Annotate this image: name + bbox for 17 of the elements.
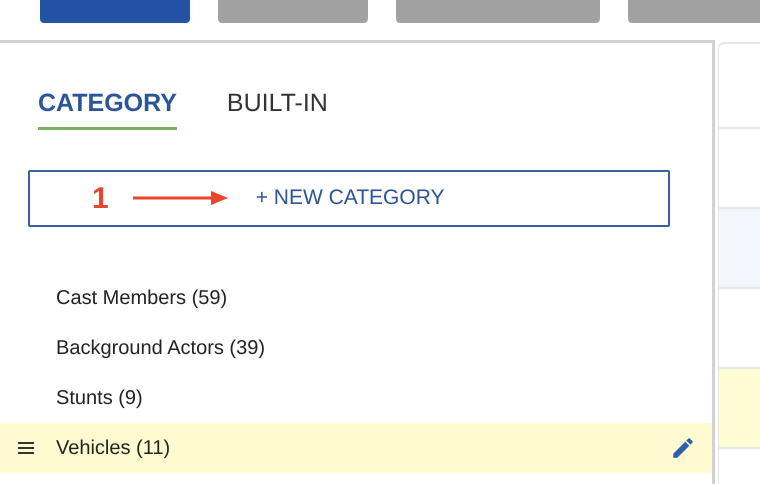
category-item[interactable]: Cast Members (59) [56,282,228,312]
table-row[interactable] [719,369,760,449]
toolbar-button[interactable] [40,0,190,23]
table-row[interactable] [719,44,760,129]
category-item[interactable]: Background Actors (39) [56,332,265,362]
category-label: Vehicles (11) [56,436,170,460]
tab[interactable]: CATEGORY [38,85,177,130]
tab[interactable]: BUILT-IN [226,85,328,130]
toolbar-button[interactable] [628,0,760,23]
toolbar-button[interactable] [396,0,600,23]
drag-handle-icon[interactable] [18,440,34,454]
table-row[interactable] [719,209,760,289]
annotation-number: 1 [92,180,109,216]
new-category-button[interactable]: 1 + NEW CATEGORY [28,170,670,226]
category-row[interactable]: Vehicles (11) [0,422,712,472]
toolbar-button[interactable] [218,0,368,23]
category-item[interactable]: Stunts (9) [56,382,143,412]
